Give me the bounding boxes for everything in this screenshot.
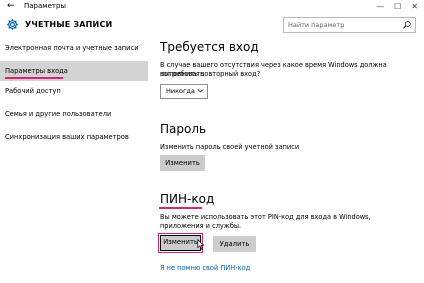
dropdown-value: Никогда (166, 87, 195, 95)
search-icon[interactable] (402, 20, 412, 30)
page-title: УЧЕТНЫЕ ЗАПИСИ (25, 20, 113, 29)
close-button[interactable]: ✕ (411, 2, 418, 11)
gear-icon (7, 19, 18, 30)
password-text: Изменить пароль своей учетной записи (160, 143, 300, 151)
pin-text-line2: приложения и службы. (160, 222, 242, 230)
pin-text-line1: Вы можете использовать этот PIN-код для … (160, 213, 371, 221)
back-arrow-icon[interactable]: ← (7, 0, 15, 13)
window-title: Параметры (24, 2, 66, 10)
main-content: Требуется вход В случае вашего отсутстви… (150, 38, 424, 283)
password-heading: Пароль (160, 122, 207, 136)
sidebar-item-sync[interactable]: Синхронизация ваших параметров (0, 127, 148, 147)
minimize-button[interactable]: — (376, 2, 384, 11)
search-placeholder: Найти параметр (288, 21, 345, 29)
pin-heading: ПИН-код (160, 192, 215, 206)
remove-pin-button[interactable]: Удалить (213, 236, 256, 252)
maximize-button[interactable]: ☐ (394, 2, 401, 11)
signin-text-line2: выполнить повторный вход? (160, 70, 261, 78)
forgot-pin-link[interactable]: Я не помню свой ПИН-код (160, 264, 250, 273)
page-header: УЧЕТНЫЕ ЗАПИСИ Найти параметр (0, 13, 424, 37)
sidebar-item-family[interactable]: Семья и другие пользователи (0, 104, 148, 124)
chevron-down-icon (197, 89, 204, 93)
sidebar-item-work-access[interactable]: Рабочий доступ (0, 81, 148, 101)
sidebar: Электронная почта и учетные записи Парам… (0, 38, 148, 283)
title-bar: ← Параметры — ☐ ✕ (0, 0, 424, 13)
search-input[interactable]: Найти параметр (283, 17, 416, 33)
signin-dropdown[interactable]: Никогда (160, 84, 208, 99)
sidebar-item-email-accounts[interactable]: Электронная почта и учетные записи (0, 38, 148, 58)
signin-heading: Требуется вход (160, 40, 259, 54)
mouse-cursor-icon (197, 239, 205, 250)
change-password-button[interactable]: Изменить (160, 155, 205, 171)
highlight-underline (5, 77, 63, 79)
change-pin-button[interactable]: Изменить (158, 233, 203, 253)
pin-heading-underline (159, 207, 202, 209)
window-controls: — ☐ ✕ (376, 0, 418, 13)
